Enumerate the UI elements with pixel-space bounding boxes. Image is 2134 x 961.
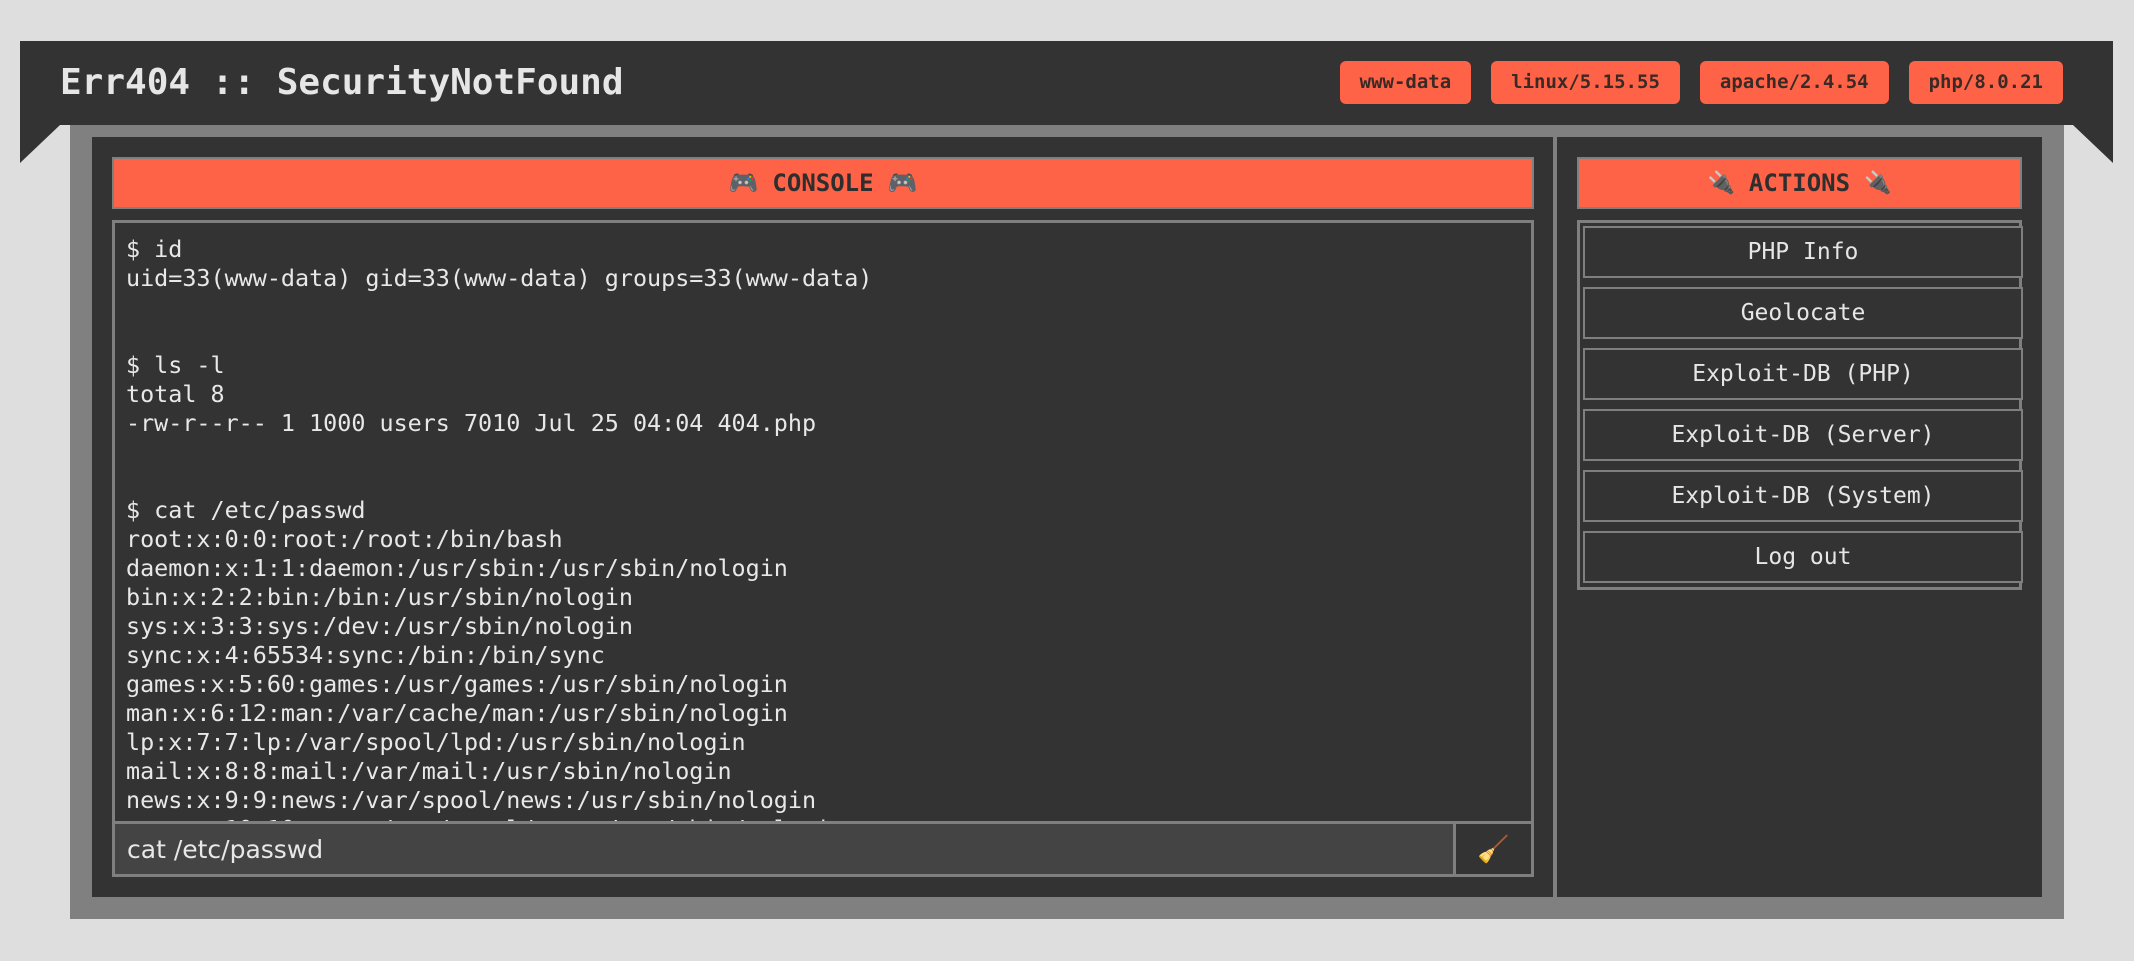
panel-divider [1553, 137, 1557, 897]
console-header: 🎮 CONSOLE 🎮 [112, 157, 1534, 209]
plug-icon: 🔌 [1864, 170, 1892, 196]
console-output[interactable]: $ id uid=33(www-data) gid=33(www-data) g… [112, 220, 1534, 822]
broom-icon: 🧹 [1477, 833, 1510, 864]
plug-icon: 🔌 [1707, 170, 1735, 196]
console-output-text: $ id uid=33(www-data) gid=33(www-data) g… [126, 235, 873, 822]
actions-header: 🔌 ACTIONS 🔌 [1577, 157, 2022, 209]
geolocate-button[interactable]: Geolocate [1583, 287, 2023, 339]
site-title: Err404 :: SecurityNotFound [60, 62, 624, 103]
gamepad-icon: 🎮 [887, 169, 918, 197]
gamepad-icon: 🎮 [728, 169, 759, 197]
console-title: CONSOLE [772, 169, 874, 197]
kernel-badge: linux/5.15.55 [1491, 61, 1680, 104]
exploit-db-server-button[interactable]: Exploit-DB (Server) [1583, 409, 2023, 461]
ribbon-fold-right [2073, 125, 2113, 163]
actions-list: PHP Info Geolocate Exploit-DB (PHP) Expl… [1577, 220, 2023, 590]
user-badge: www-data [1339, 61, 1472, 104]
server-badge: apache/2.4.54 [1699, 61, 1889, 104]
command-input[interactable] [115, 824, 1453, 874]
ribbon-fold-left [20, 125, 60, 163]
php-info-button[interactable]: PHP Info [1583, 226, 2023, 278]
actions-title: ACTIONS [1748, 169, 1851, 197]
clear-console-button[interactable]: 🧹 [1453, 824, 1531, 874]
logout-button[interactable]: Log out [1583, 531, 2023, 583]
server-info-badges: www-data linux/5.15.55 apache/2.4.54 php… [1339, 61, 2063, 104]
exploit-db-php-button[interactable]: Exploit-DB (PHP) [1583, 348, 2023, 400]
command-bar: 🧹 [112, 821, 1534, 877]
exploit-db-system-button[interactable]: Exploit-DB (System) [1583, 470, 2023, 522]
php-version-badge: php/8.0.21 [1908, 61, 2063, 104]
